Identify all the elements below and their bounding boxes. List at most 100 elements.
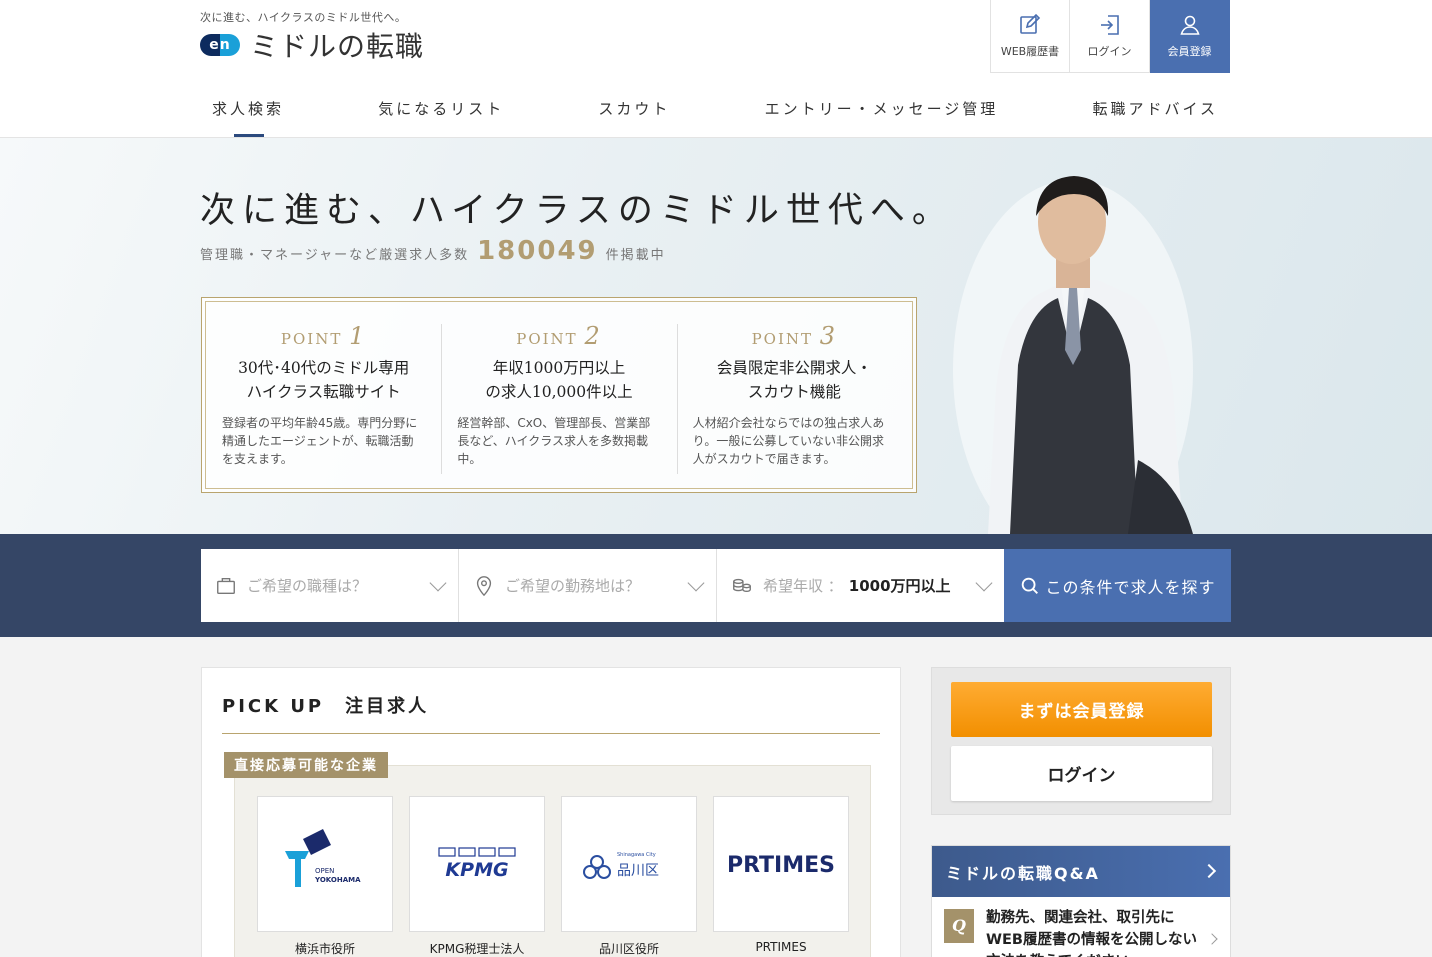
login-icon: [1100, 15, 1119, 35]
pickup-title: PICK UP 注目求人: [222, 696, 430, 717]
point-title-line: の求人10,000件以上: [485, 383, 633, 401]
location-select[interactable]: ご希望の勤務地は？: [459, 549, 717, 622]
login-label: ログイン: [1087, 45, 1132, 58]
logo-text: OPEN: [315, 867, 334, 875]
job-type-placeholder: ご希望の職種は？: [247, 577, 368, 595]
point-title-line: 会員限定非公開求人・: [716, 359, 872, 377]
qa-question: 勤務先、関連会社、取引先にWEB履歴書の情報を公開しない方法を教えてください。: [986, 910, 1197, 957]
point-number: 3: [819, 322, 838, 350]
logo-text: ミドルの転職: [250, 30, 425, 63]
nav-entry-messages[interactable]: エントリー・メッセージ管理: [753, 88, 1011, 137]
company-logo: OPEN YOKOHAMA: [257, 796, 393, 932]
job-type-select[interactable]: ご希望の職種は？: [201, 549, 459, 622]
chevron-right-icon: [1201, 863, 1217, 879]
search-button-label: この条件で求人を探す: [1045, 577, 1216, 597]
header-buttons: WEB履歴書 ログイン 会員登録: [990, 0, 1230, 73]
company-card-prtimes[interactable]: PRTIMES PRTIMES: [713, 796, 849, 954]
search-submit-button[interactable]: この条件で求人を探す: [1004, 549, 1231, 622]
company-logo: Shinagawa City 品川区: [561, 796, 697, 932]
pickup-section: PICK UP 注目求人 直接応募可能な企業 OPEN YOKOHAMA 横浜市…: [201, 667, 901, 957]
company-card-shinagawa[interactable]: Shinagawa City 品川区 品川区役所: [561, 796, 697, 957]
nav-job-search[interactable]: 求人検索: [200, 88, 296, 137]
coins-icon: [733, 578, 751, 592]
point-title-line: スカウト機能: [747, 383, 841, 401]
question-icon: Q: [944, 909, 974, 943]
edit-icon: [1020, 13, 1041, 34]
point-2: POINT 2 年収1000万円以上 の求人10,000件以上 経営幹部、CxO、…: [441, 322, 676, 488]
job-count: 180049: [477, 236, 598, 266]
company-card-kpmg[interactable]: KPMG KPMG税理士法人: [409, 796, 545, 957]
logo-text: 品川区: [617, 863, 659, 879]
logo-text: YOKOHAMA: [314, 876, 361, 884]
point-description: 経営幹部、CxO、管理部長、営業部長など、ハイクラス求人を多数掲載中。: [457, 416, 651, 466]
search-form: ご希望の職種は？ ご希望の勤務地は？ 希望年収 ： 1000万円以上 この条件で…: [201, 549, 1231, 622]
point-description: 人材紹介会社ならではの独占求人あり。一般に公募していない非公開求人がスカウトで届…: [692, 416, 885, 466]
site-header: 次に進む、ハイクラスのミドル世代へ。 en ミドルの転職 WEB履歴書 ログイン…: [0, 0, 1432, 138]
nav-scout[interactable]: スカウト: [586, 88, 682, 137]
company-logo: KPMG: [409, 796, 545, 932]
register-button[interactable]: 会員登録: [1150, 0, 1230, 73]
company-logo: PRTIMES: [713, 796, 849, 932]
prtimes-logo: PRTIMES: [727, 853, 835, 878]
qa-panel: ミドルの転職Q&A Q 勤務先、関連会社、取引先にWEB履歴書の情報を公開しない…: [931, 845, 1231, 957]
briefcase-icon: [217, 577, 235, 594]
hero-subtitle: 管理職・マネージャーなど厳選求人多数 180049 件掲載中: [200, 236, 666, 266]
nav-favorites[interactable]: 気になるリスト: [366, 88, 516, 137]
location-placeholder: ご希望の勤務地は？: [505, 577, 641, 595]
hero-sub-suffix: 件掲載中: [605, 248, 666, 263]
open-yokohama-logo: OPEN YOKOHAMA: [285, 829, 361, 887]
points-panel: POINT 1 30代･40代のミドル専用 ハイクラス転職サイト 登録者の平均年齢…: [201, 297, 917, 493]
businessman-photo: [953, 176, 1193, 534]
point-title-line: 30代･40代のミドル専用: [238, 359, 410, 377]
logo-text: KPMG: [445, 859, 508, 881]
salary-label: 希望年収 ：: [763, 577, 843, 595]
company-name: 品川区役所: [598, 942, 659, 956]
site-logo[interactable]: en ミドルの転職: [200, 27, 424, 63]
hero-section: 次に進む、ハイクラスのミドル世代へ。 管理職・マネージャーなど厳選求人多数 18…: [0, 138, 1432, 534]
logo-text: Shinagawa City: [617, 852, 656, 858]
qa-title: ミドルの転職Q&A: [946, 863, 1100, 883]
salary-value: 1000万円以上: [848, 577, 951, 595]
search-icon: [1022, 577, 1039, 594]
hero-sub-prefix: 管理職・マネージャーなど厳選求人多数: [200, 248, 470, 263]
web-resume-label: WEB履歴書: [1000, 45, 1060, 58]
search-band: ご希望の職種は？ ご希望の勤務地は？ 希望年収 ： 1000万円以上 この条件で…: [0, 534, 1432, 637]
qa-item[interactable]: Q 勤務先、関連会社、取引先にWEB履歴書の情報を公開しない方法を教えてください…: [932, 897, 1230, 957]
chevron-down-icon: [975, 574, 993, 592]
point-number: 2: [584, 322, 602, 350]
register-label: 会員登録: [1167, 45, 1212, 58]
qa-header[interactable]: ミドルの転職Q&A: [932, 846, 1230, 897]
chevron-down-icon: [429, 574, 447, 592]
sidebar-register-button[interactable]: まずは会員登録: [951, 682, 1212, 737]
company-logo-list: OPEN YOKOHAMA 横浜市役所 KPMG KPMG税理士法人 Shina…: [234, 765, 871, 957]
company-card-yokohama[interactable]: OPEN YOKOHAMA 横浜市役所: [257, 796, 393, 957]
divider: [222, 733, 880, 734]
logo-text: PRTIMES: [727, 853, 835, 878]
kpmg-logo: KPMG: [438, 847, 516, 881]
point-number: 1: [349, 322, 367, 350]
point-title-line: ハイクラス転職サイト: [246, 383, 401, 401]
web-resume-button[interactable]: WEB履歴書: [990, 0, 1070, 73]
map-pin-icon: [476, 575, 492, 596]
point-title-line: 年収1000万円以上: [492, 359, 626, 377]
shinagawa-logo: Shinagawa City 品川区: [583, 852, 659, 879]
point-label: POINT: [280, 330, 343, 348]
member-box: まずは会員登録 ログイン: [931, 667, 1231, 815]
chevron-right-icon: [1206, 933, 1218, 945]
global-nav: 求人検索 気になるリスト スカウト エントリー・メッセージ管理 転職アドバイス: [200, 88, 1230, 137]
company-name: KPMG税理士法人: [429, 942, 525, 956]
point-3: POINT 3 会員限定非公開求人・ スカウト機能 人材紹介会社ならではの独占求人…: [676, 322, 912, 488]
user-icon: [1179, 15, 1200, 35]
nav-career-advice[interactable]: 転職アドバイス: [1080, 88, 1230, 137]
point-1: POINT 1 30代･40代のミドル専用 ハイクラス転職サイト 登録者の平均年齢…: [206, 322, 441, 488]
point-description: 登録者の平均年齢45歳。専門分野に精通したエージェントが、転職活動を支えます。: [222, 416, 418, 466]
salary-select[interactable]: 希望年収 ： 1000万円以上: [717, 549, 1004, 622]
header-tagline: 次に進む、ハイクラスのミドル世代へ。: [200, 11, 407, 24]
hero-title: 次に進む、ハイクラスのミドル世代へ。: [200, 191, 954, 231]
login-button[interactable]: ログイン: [1070, 0, 1150, 73]
company-name: 横浜市役所: [294, 942, 355, 956]
company-name: PRTIMES: [755, 940, 807, 954]
en-logo-badge: en: [200, 34, 240, 56]
chevron-down-icon: [687, 574, 705, 592]
sidebar-login-button[interactable]: ログイン: [951, 746, 1212, 801]
